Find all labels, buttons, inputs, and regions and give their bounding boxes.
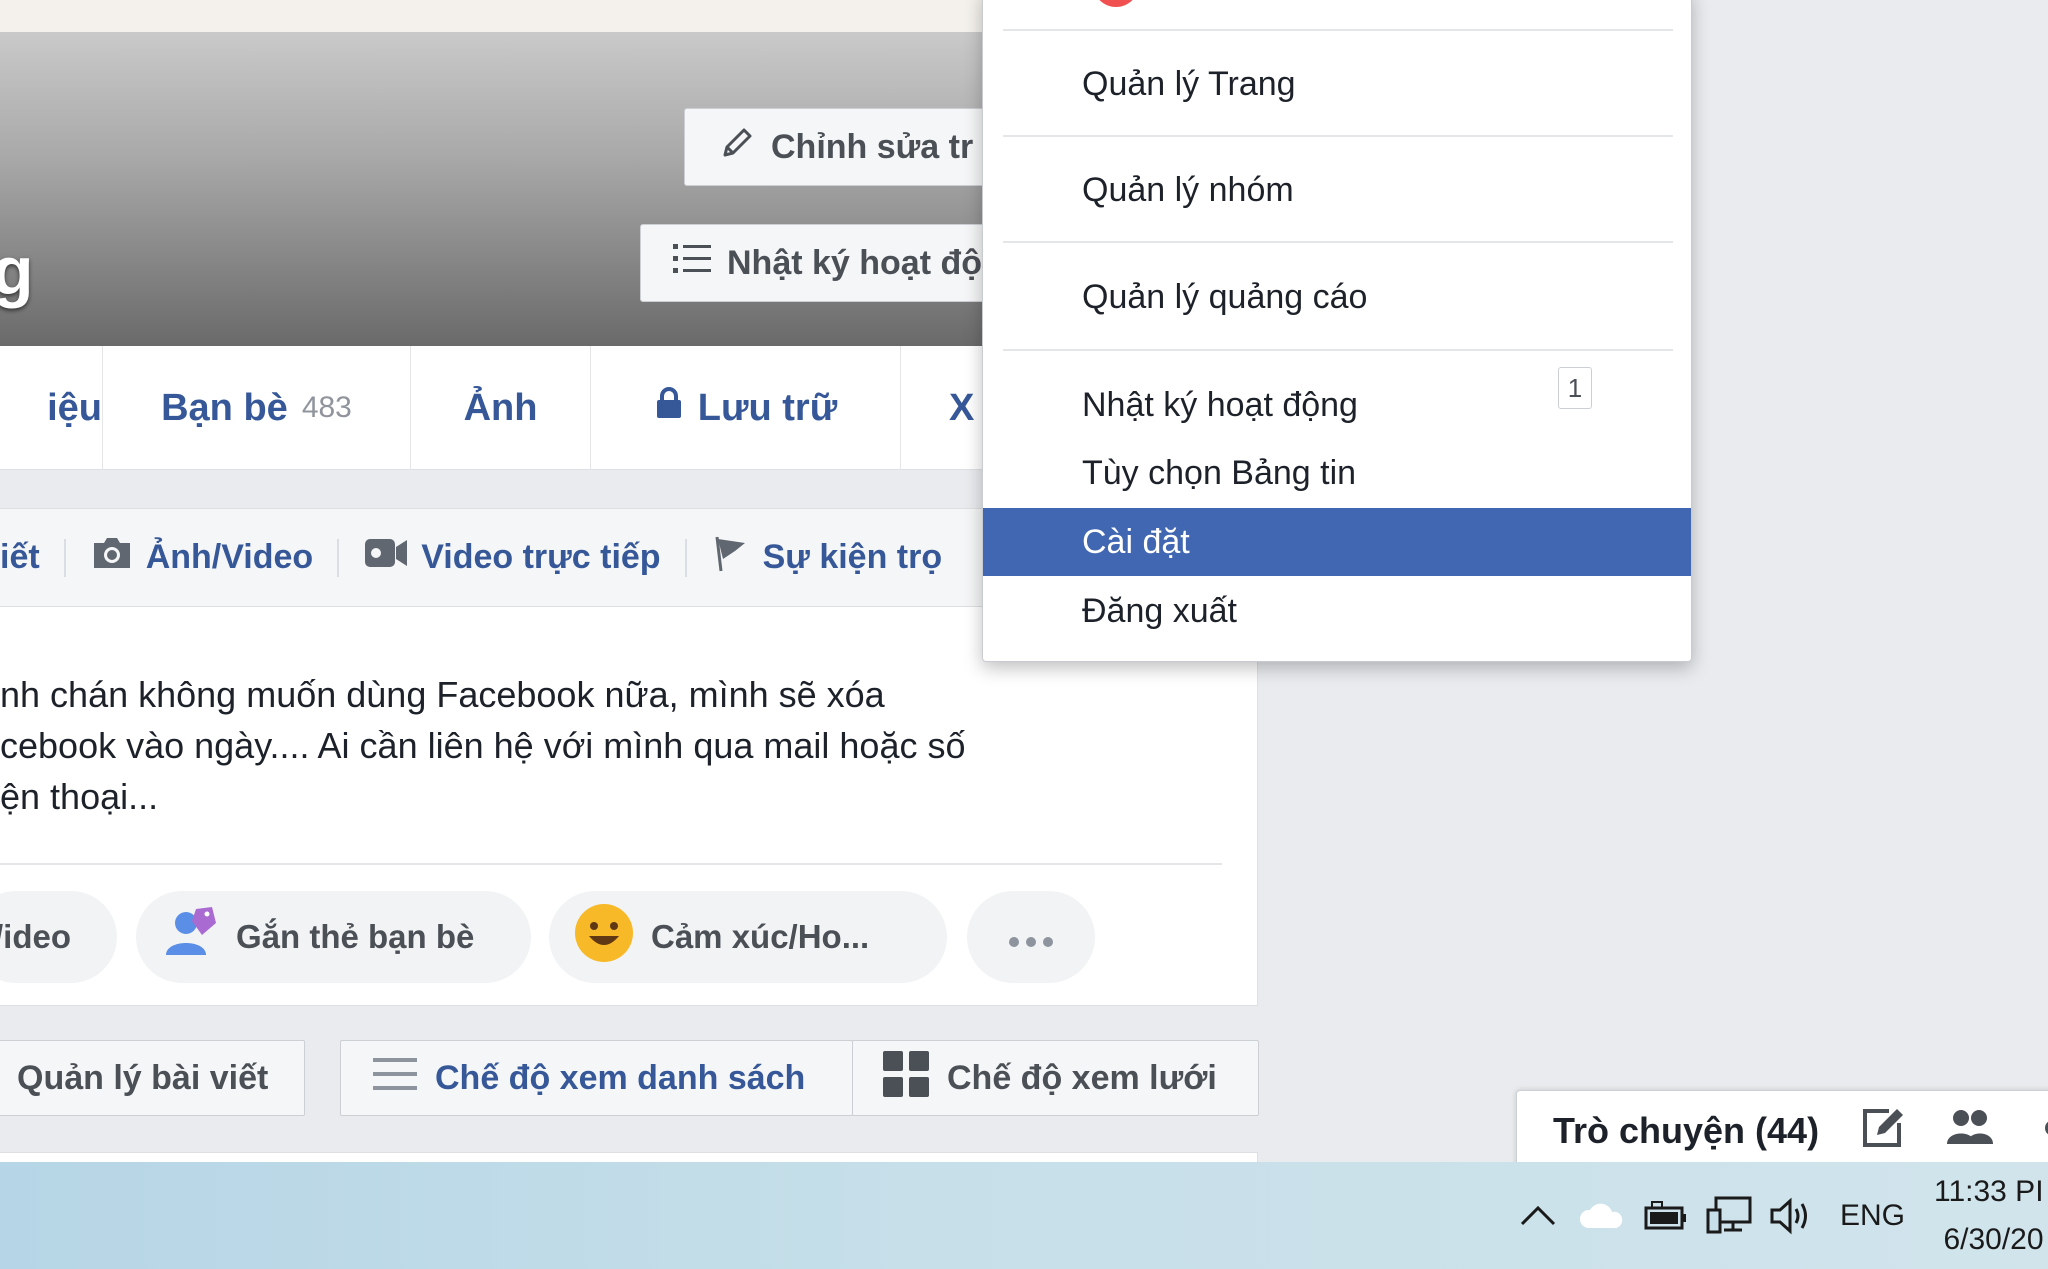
tab-about-label: iệu: [47, 386, 102, 429]
composer-tab-live-video-label: Video trực tiếp: [421, 538, 661, 576]
system-clock[interactable]: 11:33 PI 6/30/20: [1934, 1168, 2044, 1264]
tab-photos-label: Ảnh: [463, 386, 538, 429]
tab-friends[interactable]: Bạn bè 483: [103, 346, 411, 470]
camera-icon: [90, 535, 134, 580]
tab-archive[interactable]: Lưu trữ: [591, 346, 901, 470]
menu-item-news-feed-preferences[interactable]: Tùy chọn Bảng tin: [983, 439, 1691, 507]
menu-item-label: Đăng xuất: [1082, 591, 1237, 630]
chat-label: Trò chuyện (44): [1553, 1109, 1820, 1151]
list-icon: [671, 238, 713, 289]
manage-posts-label: Quản lý bài viết: [17, 1058, 269, 1097]
activity-log-badge: 1: [1558, 367, 1592, 409]
activity-log-label: Nhật ký hoạt độ: [727, 243, 983, 282]
tab-more-label: X: [949, 386, 975, 429]
divider: [0, 863, 1222, 865]
menu-item-label: Cài đặt: [1082, 522, 1190, 561]
clock-date: 6/30/20: [1943, 1223, 2044, 1256]
video-camera-icon: [363, 535, 409, 580]
grid-icon: [883, 1050, 929, 1106]
more-dots-icon: [1006, 918, 1056, 956]
menu-item-manage-pages[interactable]: Quản lý Trang: [983, 50, 1691, 118]
photo-video-pill-label: /ideo: [0, 918, 72, 955]
more-options-pill[interactable]: [967, 891, 1095, 983]
menu-item-log-out[interactable]: Đăng xuất: [983, 577, 1691, 645]
battery-icon[interactable]: [1642, 1162, 1688, 1269]
top-bar-fragment: [0, 0, 1000, 34]
composer-tab-photo-video-label: Ảnh/Video: [145, 538, 314, 576]
menu-item-manage-groups[interactable]: Quản lý nhóm: [983, 156, 1691, 224]
create-group-icon[interactable]: [1945, 1106, 1995, 1155]
menu-item-settings[interactable]: Cài đặt: [983, 508, 1691, 576]
network-icon[interactable]: [1706, 1162, 1752, 1269]
tag-friends-pill[interactable]: Gắn thẻ bạn bè: [136, 891, 531, 983]
notification-dot-icon: [1093, 0, 1139, 7]
grid-view-label: Chế độ xem lưới: [947, 1058, 1217, 1097]
composer-tab-post-label: iết: [0, 538, 40, 576]
account-dropdown-menu: Quản lý Trang Quản lý nhóm Quản lý quảng…: [982, 0, 1692, 662]
activity-log-button[interactable]: Nhật ký hoạt độ: [640, 224, 1000, 302]
input-language-indicator[interactable]: ENG: [1840, 1162, 1905, 1269]
list-lines-icon: [373, 1054, 417, 1103]
menu-item-label: Nhật ký hoạt động: [1082, 385, 1358, 424]
composer-text[interactable]: nh chán không muốn dùng Facebook nữa, mì…: [0, 669, 1200, 822]
menu-item-label: Quản lý quảng cáo: [1082, 277, 1368, 316]
pencil-icon: [717, 123, 757, 172]
list-view-button[interactable]: Chế độ xem danh sách: [340, 1040, 853, 1116]
composer-text-line: cebook vào ngày.... Ai cần liên hệ với m…: [0, 725, 966, 766]
composer-tab-life-event-label: Sự kiện trọ: [762, 538, 943, 576]
onedrive-cloud-icon[interactable]: [1578, 1162, 1624, 1269]
menu-item-manage-ads[interactable]: Quản lý quảng cáo: [983, 263, 1691, 331]
grid-view-button[interactable]: Chế độ xem lưới: [852, 1040, 1259, 1116]
menu-item-label: Quản lý nhóm: [1082, 170, 1294, 209]
tab-about[interactable]: iệu: [0, 346, 103, 470]
composer-tab-post[interactable]: iết: [0, 538, 64, 577]
windows-taskbar: ENG 11:33 PI 6/30/20: [0, 1162, 2048, 1269]
profile-tabs: iệu Bạn bè 483 Ảnh Lưu trữ X: [0, 346, 1000, 470]
tab-photos[interactable]: Ảnh: [411, 346, 591, 470]
menu-item-label: Tùy chọn Bảng tin: [1082, 453, 1357, 492]
feeling-activity-pill[interactable]: Cảm xúc/Ho...: [549, 891, 947, 983]
clock-time: 11:33 PI: [1934, 1175, 2044, 1208]
composer-text-line: ện thoại...: [0, 776, 159, 817]
photo-video-pill[interactable]: /ideo: [0, 891, 117, 983]
flag-icon: [711, 533, 751, 582]
edit-profile-label: Chỉnh sửa tr: [771, 127, 974, 166]
tab-friends-label: Bạn bè: [161, 386, 288, 429]
menu-divider: [1003, 29, 1673, 31]
menu-divider: [1003, 349, 1673, 351]
menu-divider: [1003, 135, 1673, 137]
show-hidden-icons-chevron-icon[interactable]: [1518, 1162, 1558, 1269]
menu-item-label: Quản lý Trang: [1082, 64, 1296, 103]
profile-name-fragment: g: [0, 233, 34, 309]
manage-posts-button[interactable]: Quản lý bài viết: [0, 1040, 305, 1116]
friends-count: 483: [301, 391, 352, 424]
feeling-activity-pill-label: Cảm xúc/Ho...: [651, 918, 870, 955]
compose-message-icon[interactable]: [1859, 1105, 1905, 1156]
composer-tab-life-event[interactable]: Sự kiện trọ: [687, 533, 967, 582]
composer-text-line: nh chán không muốn dùng Facebook nữa, mì…: [0, 674, 885, 715]
lock-icon: [654, 385, 684, 431]
chat-options-icon[interactable]: [2035, 1106, 2048, 1155]
list-view-label: Chế độ xem danh sách: [435, 1058, 806, 1097]
tag-friends-icon: [160, 905, 220, 969]
tab-archive-label: Lưu trữ: [697, 386, 838, 429]
composer-tab-photo-video[interactable]: Ảnh/Video: [66, 535, 338, 580]
volume-icon[interactable]: [1768, 1162, 1814, 1269]
tag-friends-pill-label: Gắn thẻ bạn bè: [236, 918, 475, 955]
composer-tab-live-video[interactable]: Video trực tiếp: [339, 535, 684, 580]
chat-bar[interactable]: Trò chuyện (44): [1516, 1090, 2048, 1170]
edit-profile-button[interactable]: Chỉnh sửa tr: [684, 108, 1004, 186]
menu-divider: [1003, 241, 1673, 243]
smiley-icon: [573, 902, 635, 972]
